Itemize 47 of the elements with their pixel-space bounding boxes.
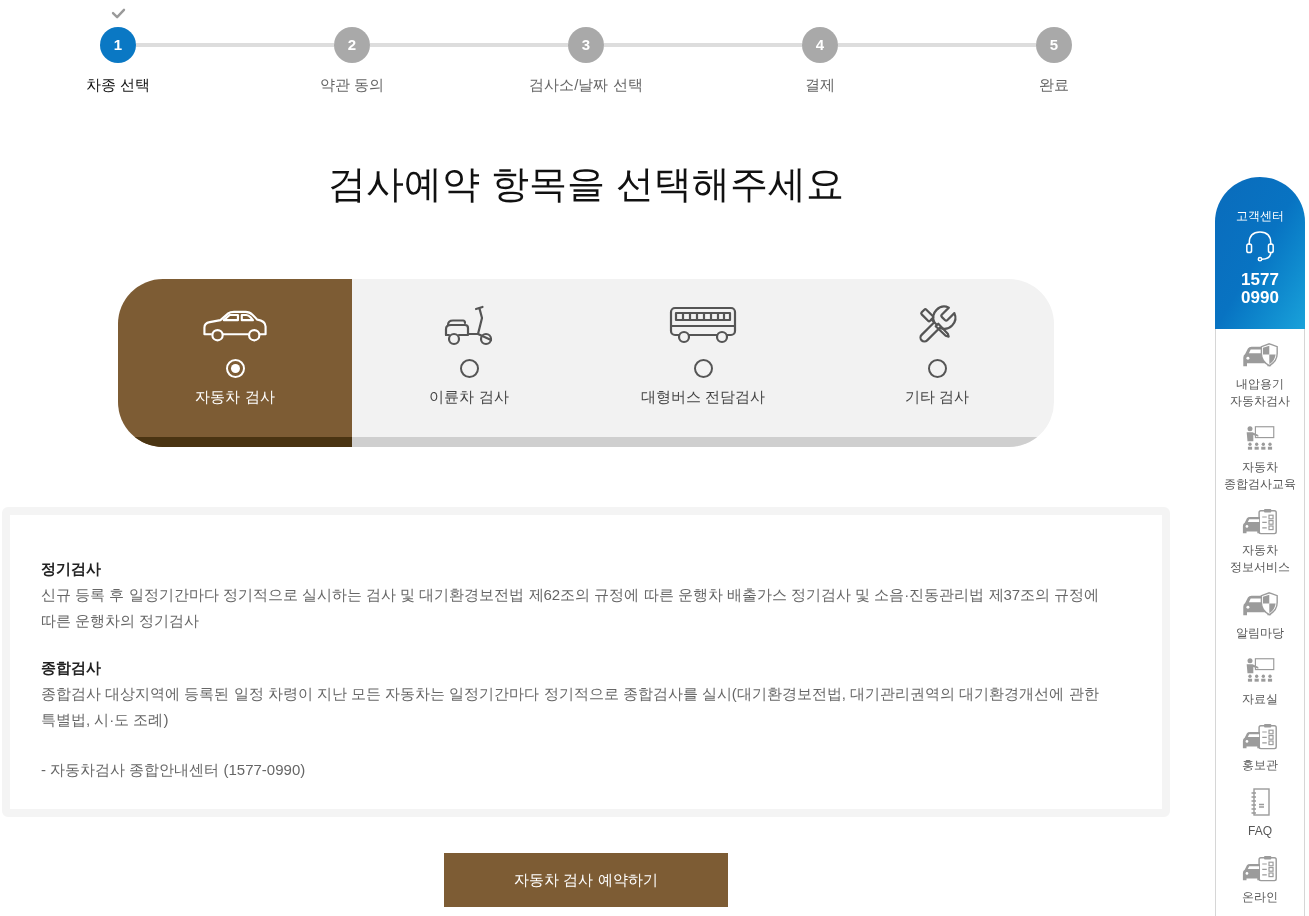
step-label: 검사소/날짜 선택 xyxy=(529,75,643,95)
page-title: 검사예약 항목을 선택해주세요 xyxy=(327,162,845,207)
car-shield-icon xyxy=(1241,342,1279,368)
presentation-icon xyxy=(1245,425,1275,451)
quick-menu-item[interactable]: 홍보관 xyxy=(1242,723,1278,789)
car-shield-icon xyxy=(1241,591,1279,617)
step-number: 1 xyxy=(100,27,136,63)
bus-icon xyxy=(669,306,737,344)
step-label: 완료 xyxy=(1039,75,1069,95)
presentation-icon xyxy=(1245,657,1275,683)
step-number: 3 xyxy=(568,27,604,63)
customer-center-title: 고객센터 xyxy=(1236,209,1284,223)
step-number: 4 xyxy=(802,27,838,63)
section-heading: 정기검사 xyxy=(41,559,102,579)
vehicle-type-option[interactable]: 이륜차 검사 xyxy=(352,279,586,447)
radio-button[interactable] xyxy=(459,359,479,378)
step-label: 차종 선택 xyxy=(85,75,151,95)
check-icon xyxy=(110,8,126,19)
quick-menu-item[interactable]: 자동차 정보서비스 xyxy=(1230,508,1290,591)
step-label: 약관 동의 xyxy=(319,75,385,95)
notebook-icon xyxy=(1250,788,1270,816)
scooter-icon xyxy=(443,304,495,346)
radio-button[interactable] xyxy=(693,359,713,378)
vehicle-type-option[interactable]: 자동차 검사 xyxy=(118,279,352,447)
radio-button[interactable] xyxy=(927,359,947,378)
phone-number: 1577 0990 xyxy=(1241,271,1279,307)
reserve-button[interactable]: 자동차 검사 예약하기 xyxy=(444,853,728,907)
quick-menu-item[interactable]: FAQ xyxy=(1248,789,1272,855)
section-text: 신규 등록 후 일정기간마다 정기적으로 실시하는 검사 및 대기환경보전법 제62조의 규정에 따른 운행차 배출가스 정기검사 및 소음·진동관리법 제37조의 규정에 따른 운행차의 정기검사 xyxy=(41,585,1101,631)
car-clipboard-icon xyxy=(1242,507,1278,535)
step-number: 2 xyxy=(334,27,370,63)
quick-menu-item[interactable]: 온라인 xyxy=(1242,855,1278,916)
quick-menu-item[interactable]: 알림마당 xyxy=(1236,591,1284,657)
vehicle-type-option[interactable]: 기타 검사 xyxy=(820,279,1054,447)
headset-icon xyxy=(1244,229,1276,263)
car-clipboard-icon xyxy=(1242,722,1278,750)
quick-menu-item[interactable]: 내압용기 자동차검사 xyxy=(1230,342,1290,425)
quick-menu-item[interactable]: 자료실 xyxy=(1242,657,1278,723)
step-label: 결제 xyxy=(805,75,835,95)
step-number: 5 xyxy=(1036,27,1072,63)
vehicle-type-option[interactable]: 대형버스 전담검사 xyxy=(586,279,820,447)
section-heading: 종합검사 xyxy=(41,658,102,678)
car-clipboard-icon xyxy=(1242,854,1278,882)
car-icon xyxy=(202,308,268,342)
contact-text: - 자동차검사 종합안내센터 (1577-0990) xyxy=(41,760,307,780)
quick-menu-item[interactable]: 자동차 종합검사교육 xyxy=(1224,425,1296,508)
section-text: 종합검사 대상지역에 등록된 일정 차령이 지난 모든 자동차는 일정기간마다 정기적으로 종합검사를 실시(대기환경보전법, 대기관리권역의 대기환경개선에 관한 특별법, 시·도 조례) xyxy=(41,684,1100,730)
